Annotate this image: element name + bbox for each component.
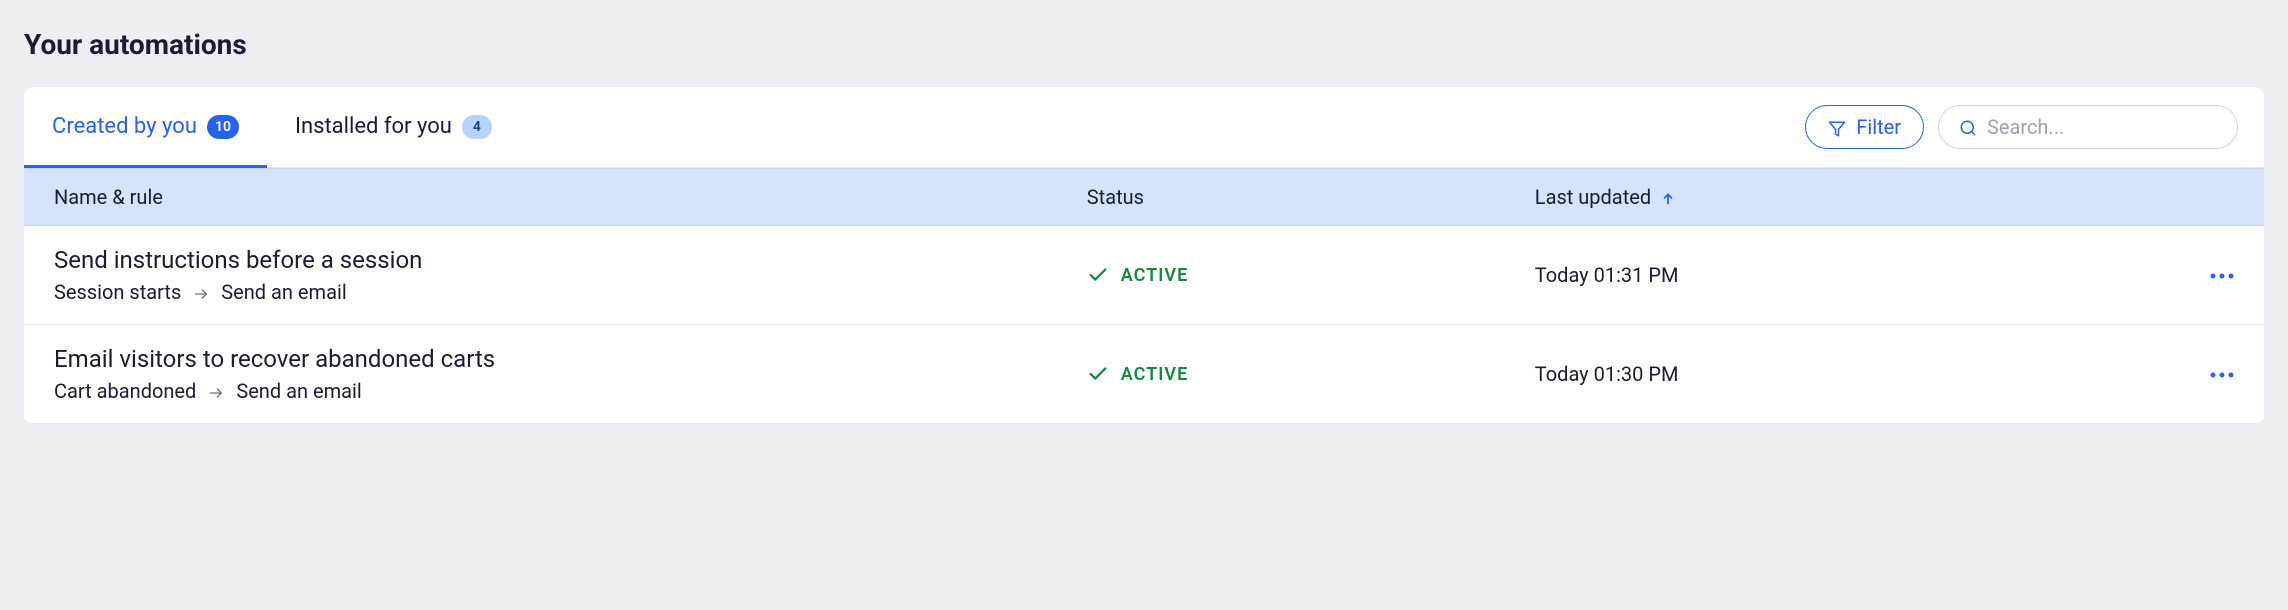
filter-icon	[1828, 115, 1846, 139]
search-input[interactable]	[1987, 115, 2241, 139]
arrow-right-icon	[193, 280, 209, 304]
header-actions	[2152, 169, 2264, 225]
tab-count-badge: 10	[207, 115, 239, 139]
automation-title: Email visitors to recover abandoned cart…	[54, 345, 1047, 373]
header-updated[interactable]: Last updated	[1525, 169, 2152, 225]
tab-label: Installed for you	[295, 114, 452, 139]
rule-action: Send an email	[236, 379, 361, 403]
controls: Filter	[1805, 105, 2238, 149]
tab-count-badge: 4	[462, 115, 492, 139]
automation-rule: Cart abandoned Send an email	[54, 379, 1047, 403]
rule-action: Send an email	[221, 280, 346, 304]
more-actions-button[interactable]	[2152, 346, 2264, 403]
sort-ascending-icon	[1661, 185, 1675, 209]
updated-text: Today 01:30 PM	[1535, 362, 1679, 386]
check-icon	[1087, 363, 1109, 385]
search-field-wrap[interactable]	[1938, 105, 2238, 149]
filter-label: Filter	[1856, 115, 1901, 139]
header-name[interactable]: Name & rule	[24, 169, 1077, 225]
more-actions-button[interactable]	[2152, 247, 2264, 304]
tabs: Created by you 10 Installed for you 4	[24, 87, 520, 167]
page-title: Your automations	[24, 28, 2264, 61]
header-status[interactable]: Status	[1077, 169, 1525, 225]
status-text: ACTIVE	[1121, 265, 1188, 286]
status-badge: ACTIVE	[1087, 264, 1515, 286]
table-header-row: Name & rule Status Last updated	[24, 168, 2264, 226]
rule-trigger: Cart abandoned	[54, 379, 196, 403]
status-text: ACTIVE	[1121, 364, 1188, 385]
table-row[interactable]: Email visitors to recover abandoned cart…	[24, 325, 2264, 424]
arrow-right-icon	[208, 379, 224, 403]
automation-title: Send instructions before a session	[54, 246, 1047, 274]
filter-button[interactable]: Filter	[1805, 105, 1924, 149]
tabs-bar: Created by you 10 Installed for you 4 Fi	[24, 87, 2264, 168]
updated-text: Today 01:31 PM	[1535, 263, 1679, 287]
automations-card: Created by you 10 Installed for you 4 Fi	[24, 87, 2264, 424]
search-icon	[1959, 117, 1977, 137]
automation-rule: Session starts Send an email	[54, 280, 1047, 304]
tab-label: Created by you	[52, 114, 197, 139]
rule-trigger: Session starts	[54, 280, 181, 304]
status-badge: ACTIVE	[1087, 363, 1515, 385]
check-icon	[1087, 264, 1109, 286]
table-row[interactable]: Send instructions before a session Sessi…	[24, 226, 2264, 325]
header-updated-label: Last updated	[1535, 185, 1651, 209]
tab-installed-for-you[interactable]: Installed for you 4	[267, 88, 520, 168]
tab-created-by-you[interactable]: Created by you 10	[24, 88, 267, 168]
